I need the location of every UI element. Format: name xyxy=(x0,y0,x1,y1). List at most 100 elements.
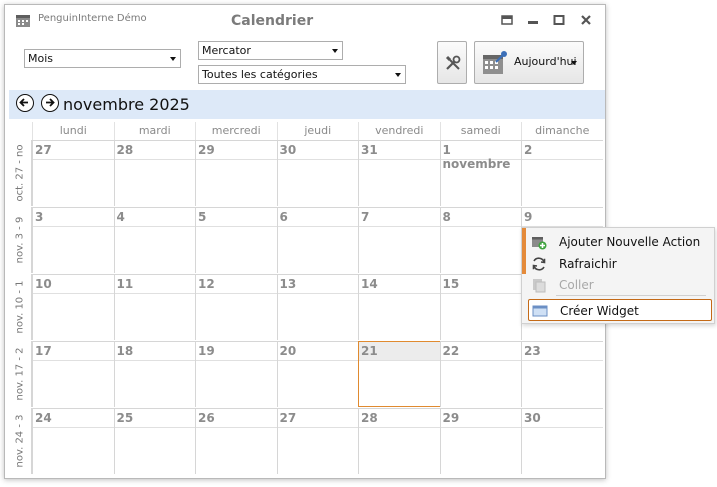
day-cell[interactable]: 6 xyxy=(276,207,359,273)
menu-item-create-widget[interactable]: Créer Widget xyxy=(528,299,712,321)
day-number: 12 xyxy=(198,277,215,291)
day-cell[interactable]: 26 xyxy=(195,408,278,474)
day-number: 3 xyxy=(35,210,44,224)
day-cell[interactable]: 5 xyxy=(195,207,278,273)
day-header: mercredi xyxy=(195,122,277,140)
day-number: 7 xyxy=(361,210,370,224)
next-month-button[interactable] xyxy=(41,94,59,112)
day-number: 10 xyxy=(35,277,52,291)
projection-select-value: Mercator xyxy=(202,44,251,57)
day-number: 5 xyxy=(198,210,207,224)
day-cell[interactable]: 24 xyxy=(32,408,115,474)
day-cell[interactable]: 30 xyxy=(521,408,603,474)
day-cell-header: 23 xyxy=(522,342,603,361)
day-number: 15 xyxy=(442,277,460,291)
paste-icon xyxy=(533,279,546,293)
day-cell[interactable]: 17 xyxy=(32,341,115,407)
day-number: 30 xyxy=(524,411,541,425)
day-cell-header: 9 xyxy=(522,208,603,227)
context-menu: Ajouter Nouvelle Action Rafraichir Colle… xyxy=(521,227,715,324)
day-number: 25 xyxy=(116,411,134,425)
day-cell[interactable]: 19 xyxy=(195,341,278,407)
day-cell[interactable]: 31 xyxy=(358,140,441,206)
category-select[interactable]: Toutes les catégories xyxy=(198,65,406,84)
maximize-icon[interactable] xyxy=(553,14,567,28)
day-cell[interactable]: 7 xyxy=(358,207,441,273)
day-cell[interactable]: 27 xyxy=(32,140,115,206)
today-label: Aujourd'hui xyxy=(514,55,577,68)
app-name: PenguinInterne Démo xyxy=(38,13,147,24)
day-cell[interactable]: 12 xyxy=(195,274,278,340)
day-number: 13 xyxy=(279,277,297,291)
day-number: 1 novembre xyxy=(442,143,511,171)
day-number: 22 xyxy=(442,344,460,358)
today-button[interactable]: Aujourd'hui xyxy=(474,41,584,84)
day-cell[interactable]: 2 xyxy=(521,140,603,206)
day-cell-header: 26 xyxy=(196,409,278,428)
day-cell[interactable]: 13 xyxy=(276,274,359,340)
day-cell[interactable]: 20 xyxy=(276,341,359,407)
week-label[interactable]: nov. 24 - 3 xyxy=(9,408,32,474)
day-number: 29 xyxy=(198,143,215,157)
day-cell-header: 30 xyxy=(277,141,359,160)
week-label-text: nov. 3 - 9 xyxy=(14,216,26,264)
day-cell[interactable]: 29 xyxy=(439,408,522,474)
day-cell[interactable]: 3 xyxy=(32,207,115,273)
menu-item-label: Coller xyxy=(559,278,594,292)
day-number: 4 xyxy=(116,210,125,224)
day-number: 14 xyxy=(361,277,378,291)
day-cell[interactable]: 23 xyxy=(521,341,603,407)
close-icon[interactable] xyxy=(580,14,594,28)
day-number: 21 xyxy=(361,344,378,358)
day-number: 2 xyxy=(524,143,533,157)
day-cell[interactable]: 18 xyxy=(113,341,196,407)
menu-separator xyxy=(556,295,706,296)
day-cell[interactable]: 10 xyxy=(32,274,115,340)
day-cell[interactable]: 25 xyxy=(113,408,196,474)
day-number: 29 xyxy=(442,411,460,425)
day-cell[interactable]: 27 xyxy=(276,408,359,474)
day-cell[interactable]: 22 xyxy=(439,341,522,407)
menu-item-add-action[interactable]: Ajouter Nouvelle Action xyxy=(528,231,712,253)
tools-button[interactable] xyxy=(437,41,467,84)
day-number: 9 xyxy=(524,210,533,224)
day-cell[interactable]: 14 xyxy=(358,274,441,340)
day-cell-header: 17 xyxy=(33,342,115,361)
week-label[interactable]: oct. 27 - no xyxy=(9,140,32,206)
day-number: 6 xyxy=(279,210,288,224)
chevron-down-icon xyxy=(395,73,401,77)
day-cell[interactable]: 1 novembre xyxy=(439,140,522,206)
week-label-text: nov. 17 - 2 xyxy=(14,347,26,401)
week-label[interactable]: nov. 10 - 1 xyxy=(9,274,32,340)
day-cell-header: 10 xyxy=(33,275,115,294)
day-cell[interactable]: 4 xyxy=(113,207,196,273)
projection-select[interactable]: Mercator xyxy=(198,41,343,60)
week-label-text: nov. 10 - 1 xyxy=(14,280,26,334)
day-cell-header: 15 xyxy=(440,275,522,294)
day-cell[interactable]: 30 xyxy=(276,140,359,206)
menu-item-refresh[interactable]: Rafraichir xyxy=(528,253,712,275)
day-cell[interactable]: 28 xyxy=(113,140,196,206)
menu-item-paste[interactable]: Coller xyxy=(528,274,712,296)
minimize-icon[interactable] xyxy=(527,14,541,28)
restore-down-icon[interactable] xyxy=(501,14,515,28)
day-cell[interactable]: 11 xyxy=(113,274,196,340)
day-cell-today[interactable]: 21 xyxy=(358,341,441,407)
day-cell[interactable]: 29 xyxy=(195,140,278,206)
view-select[interactable]: Mois xyxy=(24,49,181,68)
day-header: dimanche xyxy=(521,122,603,140)
title-bar[interactable]: PenguinInterne Démo Calendrier xyxy=(5,5,605,35)
month-navigation: novembre 2025 xyxy=(9,90,605,119)
previous-month-button[interactable] xyxy=(16,94,34,112)
week-label-text: oct. 27 - no xyxy=(14,144,26,202)
day-number: 30 xyxy=(279,143,297,157)
day-cell-header: 13 xyxy=(277,275,359,294)
day-cell[interactable]: 15 xyxy=(439,274,522,340)
week-label[interactable]: nov. 3 - 9 xyxy=(9,207,32,273)
week-label[interactable]: nov. 17 - 2 xyxy=(9,341,32,407)
day-number: 27 xyxy=(279,411,297,425)
week-label-text: nov. 24 - 3 xyxy=(14,414,26,468)
day-cell[interactable]: 28 xyxy=(358,408,441,474)
day-cell[interactable]: 8 xyxy=(439,207,522,273)
week-row: nov. 17 - 2 17 18 19 20 21 22 23 xyxy=(9,341,603,407)
